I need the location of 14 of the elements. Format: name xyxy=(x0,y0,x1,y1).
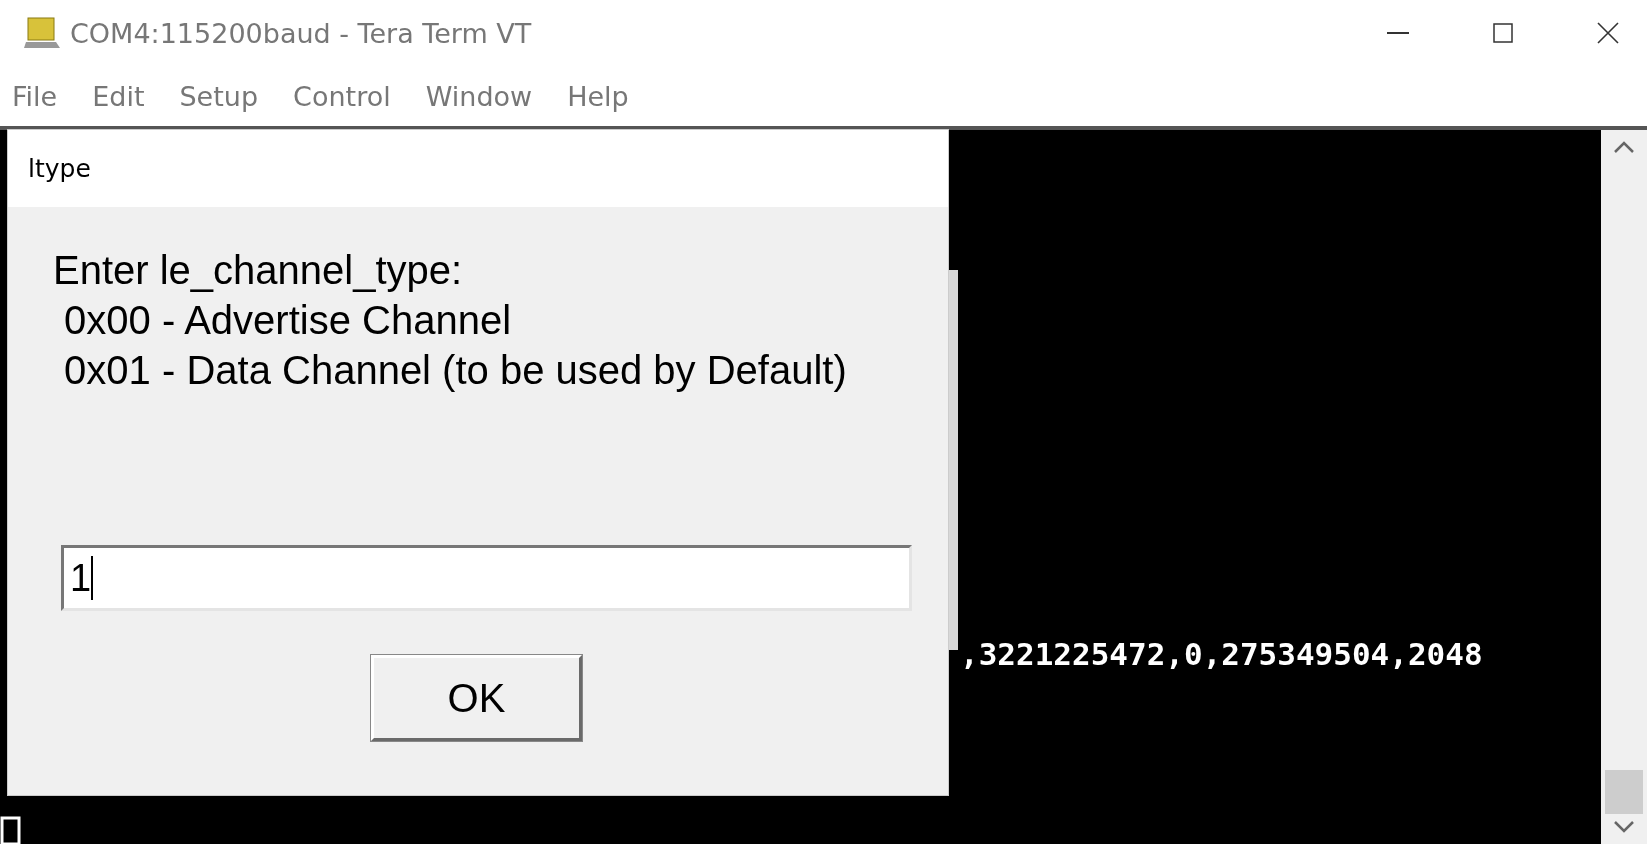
input-field[interactable]: 1 xyxy=(61,545,912,611)
menu-item[interactable]: File xyxy=(12,80,93,112)
window-title: COM4:115200baud - Tera Term VT xyxy=(70,17,533,49)
menu-item[interactable]: Window xyxy=(425,80,568,112)
menu-item[interactable]: Control xyxy=(293,80,426,112)
prompt-text: 0x01 - Data Channel (to be used by Default) xyxy=(63,347,848,394)
menu-item[interactable]: Help xyxy=(567,80,664,112)
menu-item[interactable]: Setup xyxy=(179,80,294,112)
dialog-title: ltype xyxy=(28,154,91,183)
menu-item[interactable]: Edit xyxy=(92,80,180,112)
terminal-line: ,3221225472,0,275349504,2048 xyxy=(960,636,1484,672)
ok-button[interactable]: OK xyxy=(371,655,582,741)
prompt-text: 0x00 - Advertise Channel xyxy=(63,297,513,344)
prompt-text: Enter le_channel_type: xyxy=(53,247,464,294)
